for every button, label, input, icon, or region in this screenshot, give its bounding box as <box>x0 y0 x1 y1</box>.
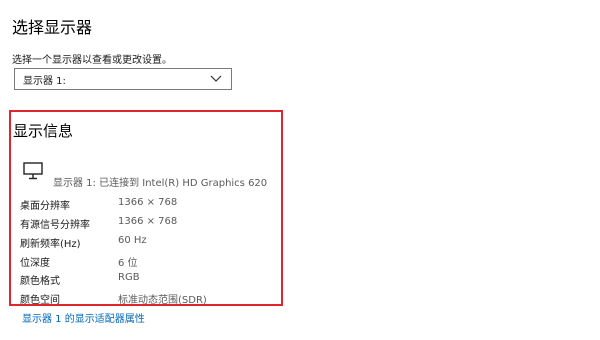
info-row-color-space: 颜色空间 标准动态范围(SDR) <box>20 291 207 306</box>
row-label: 有源信号分辨率 <box>20 220 90 231</box>
row-label: 颜色空间 <box>20 295 60 306</box>
row-value: 标准动态范围(SDR) <box>118 295 207 306</box>
display-dropdown[interactable]: 显示器 1: <box>14 68 232 90</box>
row-value: 6 位 <box>118 258 138 269</box>
row-value: 1366 × 768 <box>118 216 178 227</box>
info-row-active-signal-resolution: 有源信号分辨率 1366 × 768 <box>20 216 177 231</box>
row-label: 位深度 <box>20 258 50 269</box>
info-row-bit-depth: 位深度 6 位 <box>20 254 138 269</box>
display-adapter-properties-link[interactable]: 显示器 1 的显示适配器属性 <box>22 310 145 325</box>
row-value: 60 Hz <box>118 235 147 246</box>
row-label: 刷新频率(Hz) <box>20 239 81 250</box>
chevron-down-icon <box>209 72 223 86</box>
info-row-refresh-rate: 刷新频率(Hz) 60 Hz <box>20 235 147 250</box>
row-label: 桌面分辨率 <box>20 201 70 212</box>
row-value: 1366 × 768 <box>118 197 178 208</box>
row-value: RGB <box>118 272 140 283</box>
info-row-color-format: 颜色格式 RGB <box>20 272 140 287</box>
monitor-icon <box>23 162 43 180</box>
section-title: 选择显示器 <box>12 18 93 37</box>
info-row-desktop-resolution: 桌面分辨率 1366 × 768 <box>20 197 177 212</box>
adapter-info: 显示器 1: 已连接到 Intel(R) HD Graphics 620 <box>53 178 268 189</box>
section-description: 选择一个显示器以查看或更改设置。 <box>12 55 172 66</box>
display-info-title: 显示信息 <box>13 122 74 140</box>
dropdown-value: 显示器 1: <box>23 75 66 87</box>
row-label: 颜色格式 <box>20 276 60 287</box>
